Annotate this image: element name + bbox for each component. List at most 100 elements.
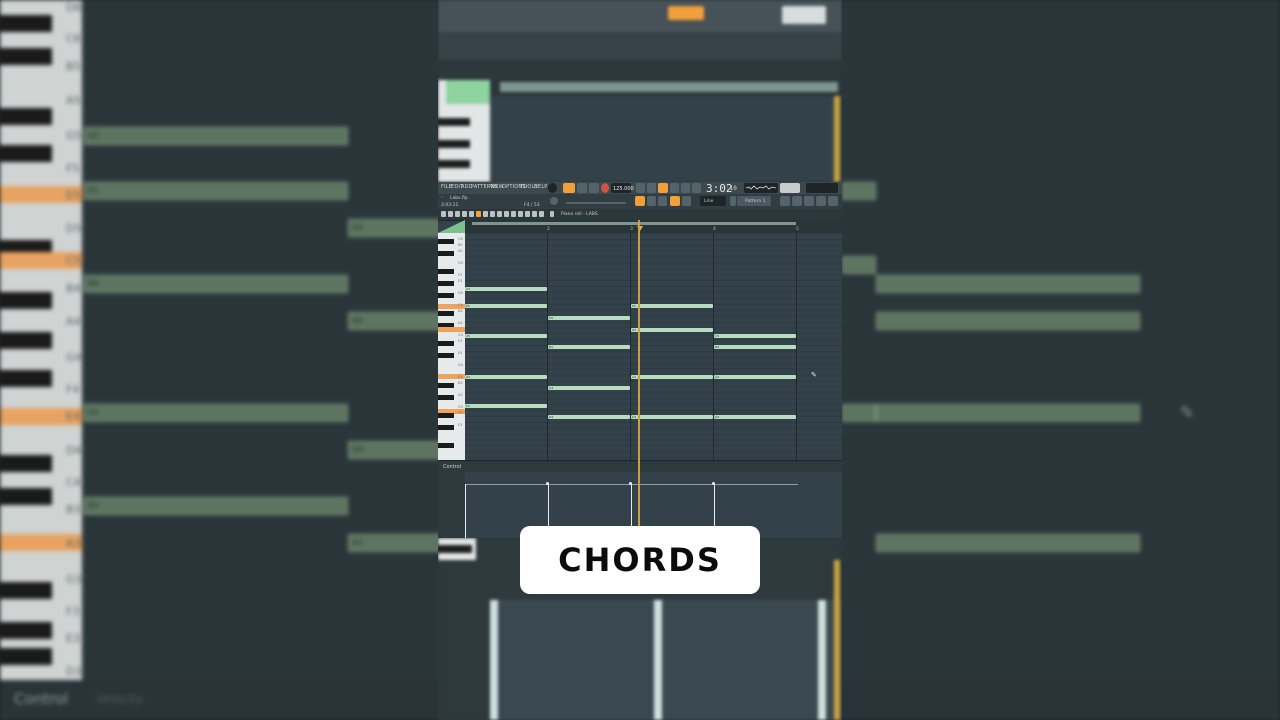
playlist-button[interactable] [780, 196, 790, 206]
magnet-icon[interactable] [448, 211, 453, 217]
note[interactable]: B4 [714, 345, 796, 349]
loop-region-bar[interactable] [472, 222, 796, 225]
piano-roll-button[interactable] [816, 196, 826, 206]
key-label: G4 [458, 333, 463, 337]
black-key[interactable] [438, 413, 454, 418]
black-key[interactable] [438, 395, 454, 400]
active-key[interactable] [438, 327, 465, 332]
channel-rack-button[interactable] [792, 196, 802, 206]
key-label: D4 [458, 363, 463, 367]
master-knob-icon[interactable] [548, 183, 557, 193]
tempo-value: 125.000 [613, 186, 634, 192]
velocity-handle[interactable] [546, 482, 549, 485]
pattern-prev-button[interactable] [730, 196, 736, 206]
note[interactable]: A4 [714, 375, 796, 379]
mixer-button[interactable] [804, 196, 814, 206]
black-key[interactable] [438, 353, 454, 358]
stop-button[interactable] [589, 183, 599, 193]
mute-icon[interactable] [497, 211, 502, 217]
select-icon[interactable] [518, 211, 523, 217]
black-key[interactable] [438, 383, 454, 388]
play-button[interactable] [577, 183, 587, 193]
caption-box: CHORDS [520, 526, 760, 594]
hint-file-icon: ◦ [441, 196, 444, 201]
loop-record-button[interactable] [670, 183, 679, 193]
black-key[interactable] [438, 293, 454, 298]
note[interactable]: D4 [631, 415, 713, 419]
video-frame: D6 C6 B5 A5 G5 F5 E5 D5 C5 B4 A4 G4 F4 E… [0, 0, 1280, 720]
velocity-handle[interactable] [629, 482, 632, 485]
slice-icon[interactable] [511, 211, 516, 217]
velocity-bar[interactable] [465, 484, 466, 538]
control-select[interactable]: Control [443, 464, 461, 470]
note[interactable]: D5 [548, 316, 630, 320]
bg-key-label: E5 [66, 189, 80, 202]
note[interactable]: E5 [465, 304, 547, 308]
black-key[interactable] [438, 341, 454, 346]
playback-icon[interactable] [532, 211, 537, 217]
note[interactable]: A4 [465, 375, 547, 379]
black-key[interactable] [438, 311, 454, 316]
wait-button[interactable] [647, 183, 656, 193]
note[interactable]: C5 [714, 334, 796, 338]
bg-key-label: G5 [66, 129, 82, 142]
black-key[interactable] [438, 239, 454, 244]
note[interactable]: D4 [714, 415, 796, 419]
bg-note [84, 275, 348, 293]
speaker-icon[interactable] [539, 211, 544, 217]
black-key[interactable] [438, 269, 454, 274]
pat-song-toggle[interactable] [563, 183, 575, 193]
note[interactable]: D5 [631, 328, 713, 332]
blend-button[interactable] [681, 183, 690, 193]
arrow-tool-button[interactable] [647, 196, 656, 206]
note[interactable]: F4 [465, 404, 547, 408]
paint-icon[interactable] [483, 211, 488, 217]
black-key[interactable] [438, 425, 454, 430]
erase-icon[interactable] [490, 211, 495, 217]
slip-icon[interactable] [504, 211, 509, 217]
bg-black-key [0, 582, 52, 599]
note-label: D4 [632, 415, 637, 419]
note[interactable]: D4 [548, 415, 630, 419]
note[interactable]: B4 [548, 345, 630, 349]
draw-tool-button[interactable] [658, 196, 667, 206]
note[interactable]: A4 [631, 375, 713, 379]
note-label: A4 [632, 375, 636, 379]
typing-keyboard-button[interactable] [692, 183, 701, 193]
note-label: E5 [466, 304, 470, 308]
note[interactable]: G4 [548, 386, 630, 390]
pitch-knob-icon[interactable] [550, 197, 558, 205]
caption-text: CHORDS [558, 541, 722, 579]
black-key[interactable] [438, 281, 454, 286]
note[interactable]: E5 [631, 304, 713, 308]
note[interactable]: G5 [465, 287, 547, 291]
metronome-button[interactable] [636, 183, 645, 193]
cpu-meter [780, 183, 800, 193]
paint-tool-button[interactable] [670, 196, 680, 206]
bg-key-label: B4 [66, 282, 81, 295]
snap-magnet-button[interactable] [635, 196, 645, 206]
record-filter-icon[interactable] [469, 211, 474, 217]
main-pitch-slider[interactable] [566, 202, 626, 204]
key-label: F3 [458, 411, 463, 415]
stamp-icon[interactable] [455, 211, 460, 217]
velocity-handle[interactable] [712, 482, 715, 485]
browser-button[interactable] [828, 196, 838, 206]
black-key[interactable] [438, 251, 454, 256]
note-label: E5 [632, 304, 636, 308]
delete-tool-button[interactable] [682, 196, 691, 206]
menu-arrow-icon[interactable] [441, 211, 446, 217]
menu-help[interactable]: HELP [534, 184, 548, 190]
bg-key-label: A5 [66, 94, 81, 107]
bg-key-label: B5 [66, 60, 81, 73]
note-label: D4 [715, 415, 720, 419]
record-button[interactable] [601, 183, 609, 193]
key-label: E3 [458, 423, 463, 427]
step-edit-button[interactable] [658, 183, 668, 193]
black-key[interactable] [438, 443, 454, 448]
pencil-cursor-icon: ✎ [811, 371, 817, 379]
zoom-icon[interactable] [525, 211, 530, 217]
note[interactable]: C5 [465, 334, 547, 338]
pencil-icon[interactable] [476, 211, 481, 217]
link-icon[interactable] [462, 211, 467, 217]
